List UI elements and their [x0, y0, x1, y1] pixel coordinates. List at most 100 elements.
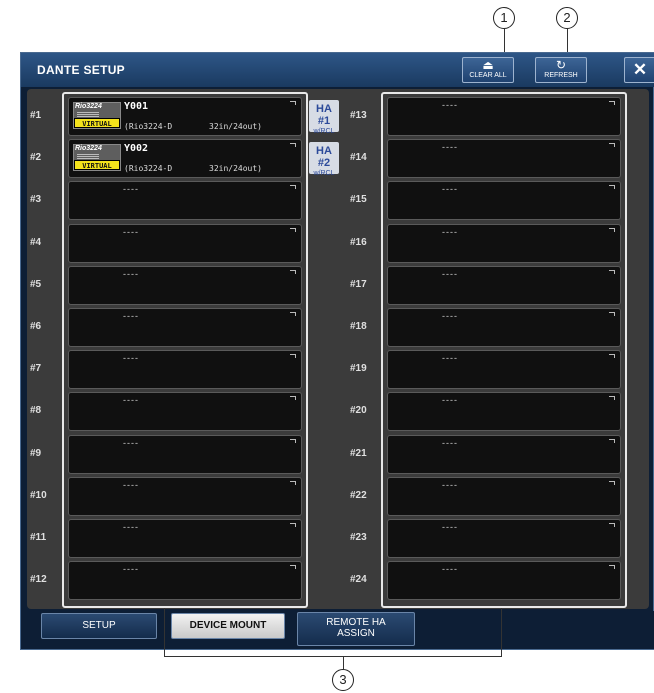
tab-setup-label: SETUP: [82, 620, 116, 631]
slot-number: #23: [350, 532, 367, 543]
device-slot[interactable]: ----: [68, 476, 302, 516]
empty-slot-dash: ----: [123, 437, 139, 448]
ha-badge-label: HA #1: [316, 103, 332, 127]
popup-corner-icon: [609, 269, 615, 274]
empty-slot-dash: ----: [123, 522, 139, 532]
device-slot[interactable]: ----: [387, 97, 621, 136]
popup-corner-icon: [290, 269, 296, 274]
rio-device-icon: Rio3224 VIRTUAL: [73, 102, 121, 129]
popup-corner-icon: [609, 354, 615, 359]
slot-number: #15: [350, 194, 367, 206]
device-slot[interactable]: Rio3224 VIRTUAL Y002 (Rio3224-D 32in/24out): [68, 139, 302, 179]
popup-corner-icon: [290, 565, 296, 570]
tab-setup[interactable]: SETUP: [41, 613, 157, 639]
callout-2: 2: [556, 7, 578, 29]
device-name: Y002: [124, 143, 149, 155]
device-io-count: 32in/24out): [209, 122, 262, 131]
tab-remote-ha-label-line1: REMOTE HA: [326, 617, 386, 628]
device-slot[interactable]: ----: [387, 392, 621, 432]
popup-corner-icon: [290, 101, 296, 105]
popup-corner-icon: [290, 480, 296, 485]
popup-corner-icon: [609, 396, 615, 401]
popup-corner-icon: [290, 396, 296, 401]
device-slot[interactable]: ----: [68, 519, 302, 558]
popup-corner-icon: [609, 101, 615, 105]
eject-icon: ⏏: [482, 58, 494, 72]
popup-corner-icon: [290, 227, 296, 232]
empty-slot-dash: ----: [442, 564, 458, 575]
popup-corner-icon: [290, 143, 296, 148]
popup-corner-icon: [609, 227, 615, 232]
device-slot[interactable]: ----: [387, 350, 621, 390]
popup-corner-icon: [609, 143, 615, 148]
device-slot[interactable]: ----: [387, 265, 621, 305]
callout-3: 3: [332, 669, 354, 691]
refresh-icon: ↻: [555, 58, 567, 72]
device-slot[interactable]: ----: [68, 181, 302, 221]
device-slot[interactable]: ----: [387, 519, 621, 558]
empty-slot-dash: ----: [442, 226, 458, 237]
device-slot[interactable]: ----: [68, 434, 302, 474]
close-button[interactable]: ✕: [624, 57, 654, 83]
slot-number: #2: [30, 152, 42, 164]
empty-slot-dash: ----: [123, 564, 139, 575]
slot-number: #18: [350, 321, 367, 332]
device-slot[interactable]: ----: [387, 476, 621, 516]
slot-number: #22: [350, 489, 367, 501]
empty-slot-dash: ----: [442, 395, 458, 406]
window-title: DANTE SETUP: [37, 63, 125, 77]
popup-corner-icon: [609, 312, 615, 316]
device-slot[interactable]: Rio3224 VIRTUAL Y001 (Rio3224-D 32in/24out): [68, 97, 302, 136]
popup-corner-icon: [609, 523, 615, 527]
device-slot[interactable]: ----: [68, 308, 302, 347]
device-slot[interactable]: ----: [387, 181, 621, 221]
slot-number: #7: [30, 363, 42, 375]
tab-bar: SETUP DEVICE MOUNT REMOTE HA ASSIGN: [21, 611, 654, 649]
device-slot[interactable]: ----: [68, 561, 302, 601]
empty-slot-dash: ----: [442, 437, 458, 448]
empty-slot-dash: ----: [442, 479, 458, 490]
device-slot[interactable]: ----: [387, 223, 621, 263]
device-mount-area: #1 Rio3224 VIRTUAL Y001 (Rio3224-D 32in/24out…: [27, 89, 649, 609]
empty-slot-dash: ----: [123, 268, 139, 279]
device-io-count: 32in/24out): [209, 164, 262, 174]
popup-corner-icon: [290, 312, 296, 316]
virtual-badge: VIRTUAL: [74, 160, 120, 171]
device-model: (Rio3224-D: [124, 122, 173, 131]
slot-number: #19: [350, 363, 367, 375]
callout-3-bracket-left: [164, 608, 165, 657]
device-slot[interactable]: ----: [68, 223, 302, 263]
device-slot[interactable]: ----: [68, 392, 302, 432]
slot-number: #5: [30, 278, 42, 290]
device-slot[interactable]: ----: [68, 265, 302, 305]
tab-remote-ha-assign[interactable]: REMOTE HA ASSIGN: [297, 612, 415, 646]
tab-device-mount[interactable]: DEVICE MOUNT: [171, 613, 285, 639]
device-slot[interactable]: ----: [68, 350, 302, 390]
callout-1: 1: [493, 7, 515, 29]
popup-corner-icon: [609, 480, 615, 485]
empty-slot-dash: ----: [123, 184, 139, 195]
ha-badge-label: HA #2: [316, 145, 332, 170]
clear-all-button[interactable]: ⏏ CLEAR ALL: [462, 57, 514, 83]
close-icon: ✕: [632, 60, 648, 79]
slot-number: #3: [30, 194, 42, 206]
device-model: (Rio3224-D: [124, 164, 173, 174]
popup-corner-icon: [609, 185, 615, 190]
device-name: Y001: [124, 101, 149, 112]
device-slot[interactable]: ----: [387, 434, 621, 474]
slot-number: #17: [350, 278, 367, 290]
empty-slot-dash: ----: [442, 142, 458, 153]
rio-unit-label: Rio3224: [75, 145, 102, 153]
empty-slot-dash: ----: [123, 479, 139, 490]
empty-slot-dash: ----: [442, 353, 458, 364]
device-slot[interactable]: ----: [387, 308, 621, 347]
device-slot[interactable]: ----: [387, 561, 621, 601]
slot-number: #9: [30, 447, 42, 459]
slot-number: #14: [350, 152, 367, 164]
empty-slot-dash: ----: [442, 311, 458, 321]
rio-unit-label: Rio3224: [75, 103, 102, 110]
popup-corner-icon: [290, 438, 296, 443]
device-slot[interactable]: ----: [387, 139, 621, 179]
popup-corner-icon: [290, 523, 296, 527]
refresh-button[interactable]: ↻ REFRESH: [535, 57, 587, 83]
